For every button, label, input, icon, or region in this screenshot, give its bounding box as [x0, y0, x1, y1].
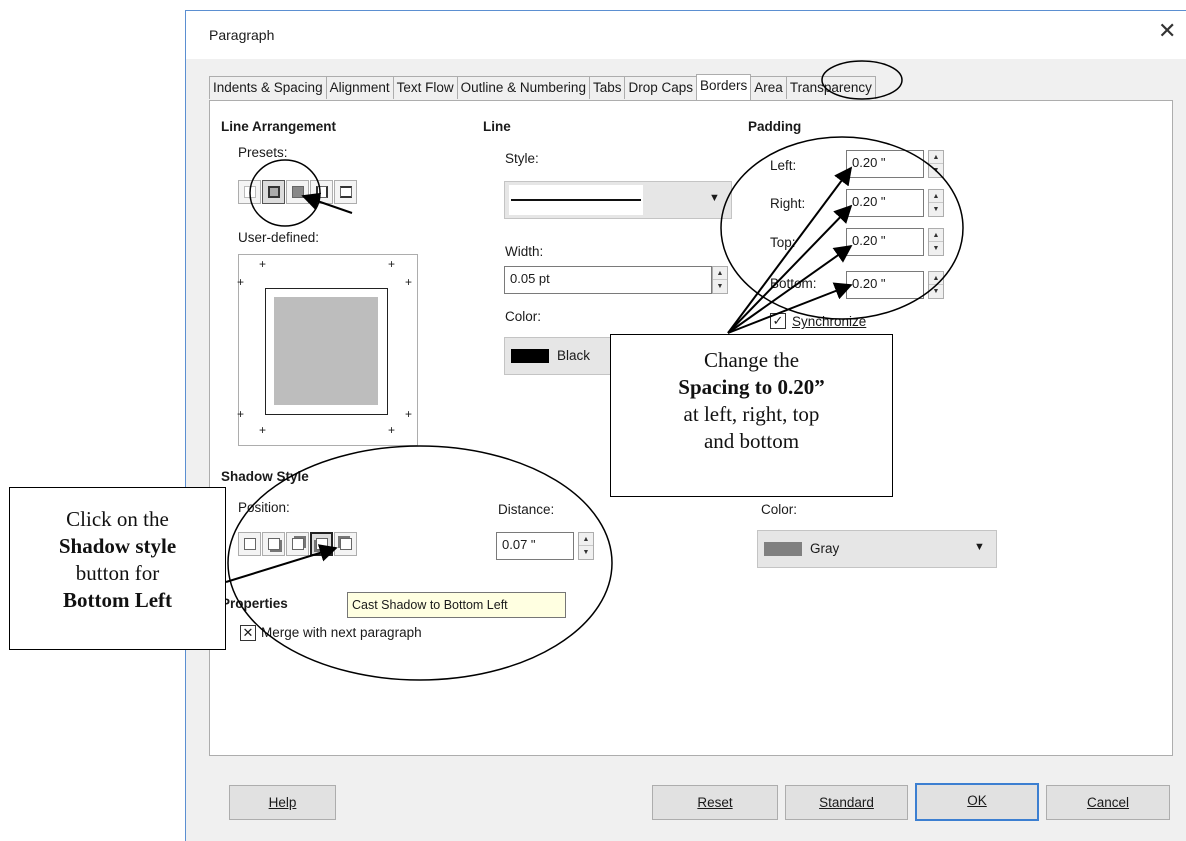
shadow-arrow [225, 544, 338, 583]
padding-callout: Change the Spacing to 0.20” at left, rig… [610, 334, 893, 497]
annotation-overlay [225, 60, 964, 681]
preset-arrow [301, 192, 353, 214]
callout-line: and bottom [703, 429, 800, 453]
callout-line: button for [75, 561, 160, 585]
callout-line: Shadow style [58, 534, 177, 558]
callout-line: Spacing to 0.20” [678, 375, 825, 399]
shadow-callout: Click on the Shadow style button for Bot… [9, 487, 226, 650]
callout-line: Change the [703, 348, 800, 372]
preset-circle [249, 159, 321, 227]
borders-tab-circle [821, 60, 903, 100]
padding-arrow-top [727, 244, 853, 334]
padding-arrow-right [727, 204, 853, 334]
callout-line: Bottom Left [62, 588, 173, 612]
tab-borders[interactable]: Borders [696, 74, 752, 100]
callout-line: Click on the [66, 507, 169, 531]
callout-line: at left, right, top [683, 402, 820, 426]
padding-circle [720, 136, 964, 320]
